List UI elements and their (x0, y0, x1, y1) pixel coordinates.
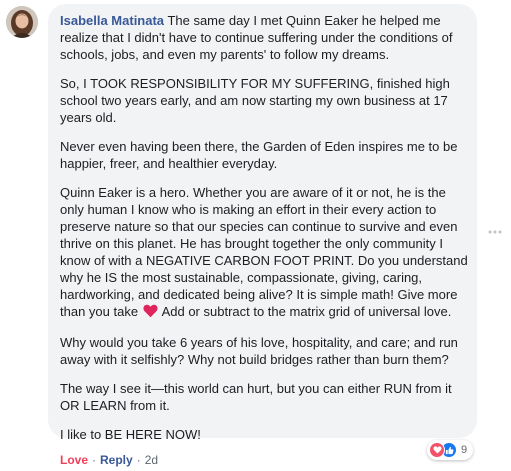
comment-paragraph-7: I like to BE HERE NOW! (60, 427, 201, 442)
timestamp[interactable]: 2d (145, 453, 158, 467)
love-reaction-icon (429, 442, 445, 458)
reaction-count: 9 (461, 444, 468, 456)
comment-actions: Love · Reply · 2d (60, 452, 158, 468)
author-name[interactable]: Isabella Matinata (60, 13, 164, 28)
comment-paragraph-5: Why would you take 6 years of his love, … (60, 335, 458, 367)
comment-paragraph-4: Quinn Eaker is a hero. Whether you are a… (60, 184, 469, 322)
comment-paragraph-6: The way I see it—this world can hurt, bu… (60, 381, 452, 413)
reply-link[interactable]: Reply (100, 453, 133, 467)
avatar[interactable] (6, 6, 38, 38)
comment-paragraph-3: Never even having been there, the Garden… (60, 139, 458, 171)
separator: · (136, 453, 141, 467)
more-options-icon[interactable] (487, 224, 503, 234)
profile-photo (6, 6, 38, 38)
reactions-summary[interactable]: 9 (427, 440, 474, 460)
love-link[interactable]: Love (60, 453, 88, 467)
separator: · (92, 453, 97, 467)
comment-bubble: Isabella Matinata The same day I met Qui… (48, 4, 477, 442)
comment-text: Quinn Eaker is a hero. Whether you are a… (60, 185, 468, 319)
heart-emoji-icon (143, 304, 158, 322)
comment-paragraph-2: So, I TOOK RESPONSIBILITY FOR MY SUFFERI… (60, 76, 450, 125)
comment-paragraph-1: Isabella Matinata The same day I met Qui… (60, 12, 469, 63)
comment-text: Add or subtract to the matrix grid of un… (158, 304, 452, 319)
